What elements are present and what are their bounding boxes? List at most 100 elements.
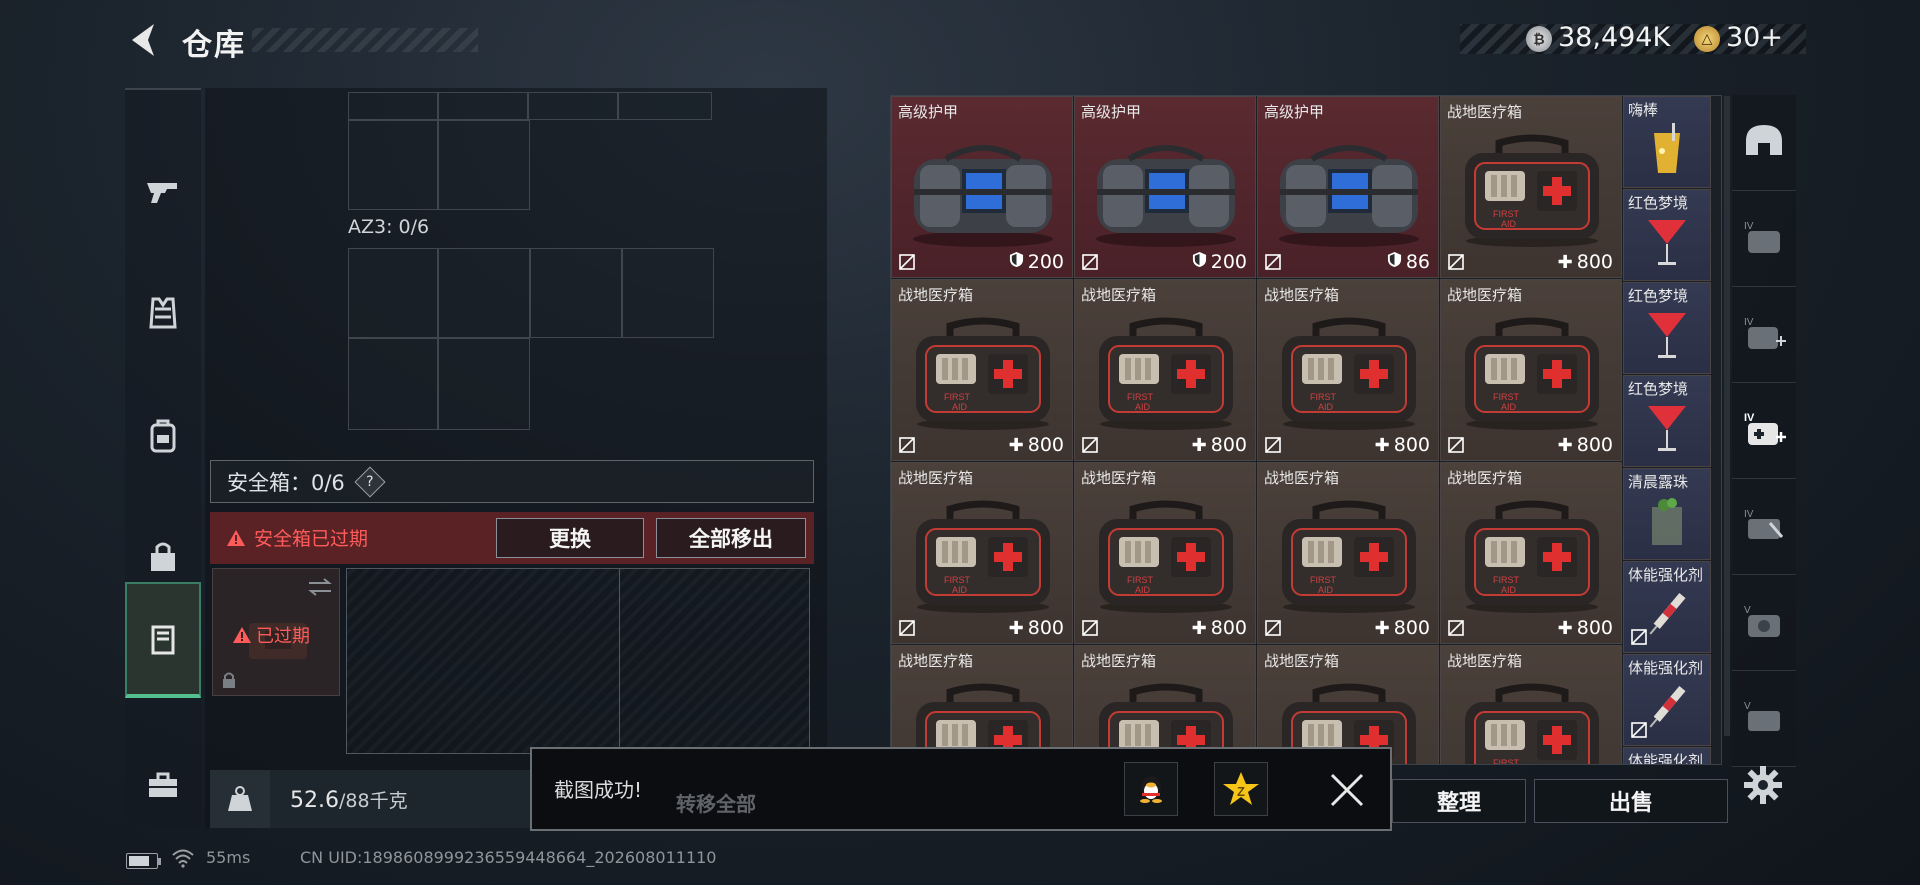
heal-value: ✚ 800 [1375, 617, 1430, 639]
consumable-item[interactable]: 红色梦境 [1623, 189, 1711, 281]
plus-icon: ✚ [1557, 434, 1573, 456]
warehouse-scrollbar[interactable] [1724, 96, 1730, 736]
medkit-item[interactable]: 战地医疗箱 FIRST AID ✚ 800 [1074, 279, 1256, 461]
item-name: 战地医疗箱 [898, 286, 974, 304]
az2-slot[interactable] [348, 92, 438, 120]
plus-icon: ✚ [1374, 434, 1390, 456]
safe-box-icon [151, 625, 175, 655]
medkit-item[interactable]: 战地医疗箱 FIRST AID ✚ 800 [1440, 279, 1622, 461]
svg-text:FIRST: FIRST [1493, 392, 1520, 402]
stat-number: 800 [1576, 251, 1613, 273]
no-insure-icon [1081, 253, 1099, 271]
back-arrow-icon[interactable] [124, 18, 164, 62]
replace-button[interactable]: 更换 [496, 518, 644, 558]
remove-all-button[interactable]: 全部移出 [656, 518, 806, 558]
az3-slot[interactable] [622, 248, 714, 338]
category-medkit-iv-selected[interactable]: IV [1732, 383, 1796, 479]
consumable-item[interactable]: 红色梦境 [1623, 375, 1711, 467]
armor-item[interactable]: 高级护甲 200 [1074, 96, 1256, 278]
share-qq-button[interactable] [1124, 762, 1178, 816]
category-gear-iv[interactable]: IV [1732, 479, 1796, 575]
gold-add-button[interactable]: + [1760, 22, 1783, 53]
consumable-item[interactable]: 体能强化剂 [1623, 654, 1711, 746]
az2-slot[interactable] [438, 92, 528, 120]
category-medkit-iv[interactable]: IV [1732, 287, 1796, 383]
help-icon[interactable]: ? [354, 465, 386, 498]
weight-indicator: 52.6/88千克 [210, 770, 540, 828]
glass-icon [1642, 493, 1692, 553]
az2-slot[interactable] [528, 92, 618, 120]
qq-penguin-icon [1140, 776, 1162, 803]
az3-slot[interactable] [438, 338, 530, 430]
gold-amount[interactable]: 30+ [1726, 22, 1783, 53]
svg-text:FIRST: FIRST [1310, 392, 1337, 402]
close-icon[interactable] [1328, 771, 1366, 809]
medkit-item[interactable]: 战地医疗箱 FIRST AID ✚ 800 [1257, 279, 1439, 461]
medkit-item[interactable]: 战地医疗箱 FIRST AID ✚ 800 [1440, 96, 1622, 278]
consumable-item[interactable]: 嗨棒 [1623, 96, 1711, 188]
gold-value: 30 [1726, 22, 1761, 53]
toast-message: 截图成功! [554, 778, 643, 802]
medkit-item[interactable]: 战地医疗箱 FIRST AID ✚ 800 [891, 279, 1073, 461]
ping-text: 55ms [206, 848, 251, 867]
consumable-item[interactable]: 体能强化剂 [1623, 561, 1711, 653]
heal-value: ✚ 800 [1558, 434, 1613, 456]
category-armor-v[interactable]: V [1732, 575, 1796, 671]
warning-icon [227, 529, 245, 546]
medkit-item[interactable]: 战地医疗箱 FIRST AID ✚ 800 [891, 462, 1073, 644]
az3-slot[interactable] [348, 338, 438, 430]
no-insure-icon [1081, 619, 1099, 637]
drink-icon [1642, 121, 1692, 181]
no-insure-icon [1630, 628, 1648, 646]
plus-icon: ✚ [1191, 617, 1207, 639]
battery-fill [129, 856, 149, 866]
sell-button[interactable]: 出售 [1534, 779, 1728, 823]
az3-slot[interactable] [530, 248, 622, 338]
medkit-item[interactable]: 战地医疗箱 FIRST AID ✚ 800 [1440, 462, 1622, 644]
no-insure-icon [1447, 436, 1465, 454]
durability-value: 200 [1192, 251, 1247, 273]
stat-number: 800 [1393, 434, 1430, 456]
item-name: 战地医疗箱 [1081, 286, 1157, 304]
nav-weapon[interactable] [125, 136, 201, 246]
pistol-icon [147, 183, 177, 203]
settings-gear-icon[interactable] [1742, 764, 1784, 806]
category-gear-v[interactable]: V [1732, 671, 1796, 767]
armor-item[interactable]: 高级护甲 200 [891, 96, 1073, 278]
medkit-item[interactable]: 战地医疗箱 FIRST AID ✚ 800 [1074, 462, 1256, 644]
consumable-item[interactable]: 红色梦境 [1623, 282, 1711, 374]
share-qzone-button[interactable]: Z [1214, 762, 1268, 816]
svg-text:IV: IV [1744, 412, 1755, 424]
gold-coin-icon: △ [1694, 26, 1720, 52]
consumable-item[interactable]: 清晨露珠 [1623, 468, 1711, 560]
armor-item[interactable]: 高级护甲 86 [1257, 96, 1439, 278]
sort-button[interactable]: 整理 [1392, 779, 1526, 823]
nav-armor[interactable] [125, 258, 201, 368]
category-strip: IV IV IV IV V V [1732, 95, 1796, 767]
svg-text:V: V [1744, 605, 1751, 616]
no-insure-icon [1447, 253, 1465, 271]
first-aid-kit-icon: FIRSTAID [1272, 497, 1426, 615]
weight-icon [210, 770, 270, 828]
category-armor-iv[interactable]: IV [1732, 191, 1796, 287]
money-amount: 38,494K [1558, 22, 1671, 53]
az3-slot[interactable] [348, 248, 438, 338]
safe-box-storage[interactable] [346, 568, 810, 754]
az2-slot[interactable] [438, 120, 530, 210]
item-name: 战地医疗箱 [1447, 103, 1523, 121]
no-insure-icon [898, 619, 916, 637]
heal-value: ✚ 800 [1192, 434, 1247, 456]
consumable-item[interactable]: 体能强化剂 [1623, 747, 1711, 764]
swap-icon[interactable] [307, 577, 333, 597]
az2-slot[interactable] [348, 120, 438, 210]
shield-icon [1192, 251, 1207, 273]
az2-slot[interactable] [618, 92, 712, 120]
az3-slot[interactable] [438, 248, 530, 338]
category-helmet[interactable] [1732, 95, 1796, 191]
item-name: 战地医疗箱 [1264, 469, 1340, 487]
nav-safe-box[interactable] [125, 582, 201, 698]
nav-toolbox[interactable] [125, 730, 201, 840]
medkit-item[interactable]: 战地医疗箱 FIRSTAID [1440, 645, 1622, 764]
nav-backpack[interactable] [125, 380, 201, 490]
medkit-item[interactable]: 战地医疗箱 FIRST AID ✚ 800 [1257, 462, 1439, 644]
